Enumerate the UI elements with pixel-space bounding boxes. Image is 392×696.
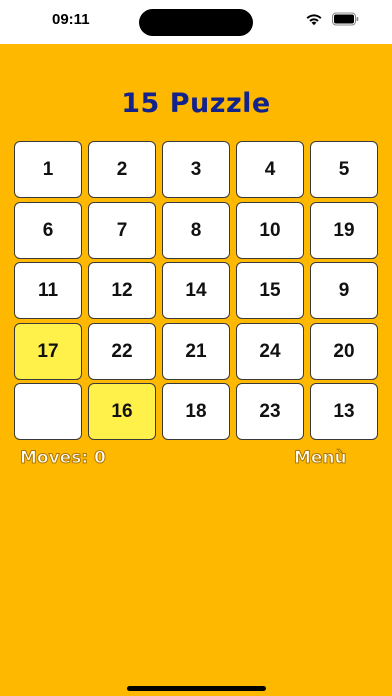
puzzle-tile[interactable]: 12 bbox=[88, 262, 156, 319]
menu-button[interactable]: Menù bbox=[294, 448, 348, 469]
puzzle-tile[interactable]: 1 bbox=[14, 141, 82, 198]
puzzle-tile[interactable]: 6 bbox=[14, 202, 82, 259]
wifi-icon bbox=[306, 14, 322, 26]
puzzle-tile[interactable]: 7 bbox=[88, 202, 156, 259]
puzzle-tile[interactable]: 8 bbox=[162, 202, 230, 259]
puzzle-tile[interactable]: 17 bbox=[14, 323, 82, 380]
puzzle-tile[interactable]: 4 bbox=[236, 141, 304, 198]
puzzle-tile[interactable]: 15 bbox=[236, 262, 304, 319]
puzzle-tile[interactable]: 22 bbox=[88, 323, 156, 380]
status-bar: 09:11 bbox=[0, 0, 392, 44]
puzzle-tile[interactable]: 23 bbox=[236, 383, 304, 440]
puzzle-tile[interactable]: 13 bbox=[310, 383, 378, 440]
empty-slot bbox=[14, 383, 82, 440]
puzzle-tile[interactable]: 2 bbox=[88, 141, 156, 198]
puzzle-tile[interactable]: 11 bbox=[14, 262, 82, 319]
status-time: 09:11 bbox=[52, 11, 90, 28]
page-title: 15 Puzzle bbox=[121, 88, 271, 119]
dynamic-island bbox=[139, 9, 253, 36]
puzzle-tile[interactable]: 19 bbox=[310, 202, 378, 259]
puzzle-tile[interactable]: 3 bbox=[162, 141, 230, 198]
puzzle-tile[interactable]: 21 bbox=[162, 323, 230, 380]
puzzle-tile[interactable]: 5 bbox=[310, 141, 378, 198]
puzzle-tile[interactable]: 16 bbox=[88, 383, 156, 440]
puzzle-tile[interactable]: 18 bbox=[162, 383, 230, 440]
puzzle-tile[interactable]: 9 bbox=[310, 262, 378, 319]
puzzle-tile[interactable]: 10 bbox=[236, 202, 304, 259]
home-indicator bbox=[127, 686, 266, 691]
puzzle-tile[interactable]: 20 bbox=[310, 323, 378, 380]
puzzle-tile[interactable]: 14 bbox=[162, 262, 230, 319]
puzzle-board: 1 2 3 4 5 6 7 8 10 19 11 12 14 15 9 17 22 21 24 20 16 18 23 13 bbox=[14, 141, 378, 440]
battery-icon bbox=[332, 12, 359, 26]
puzzle-tile[interactable]: 24 bbox=[236, 323, 304, 380]
moves-counter: Moves: 0 bbox=[20, 448, 107, 469]
